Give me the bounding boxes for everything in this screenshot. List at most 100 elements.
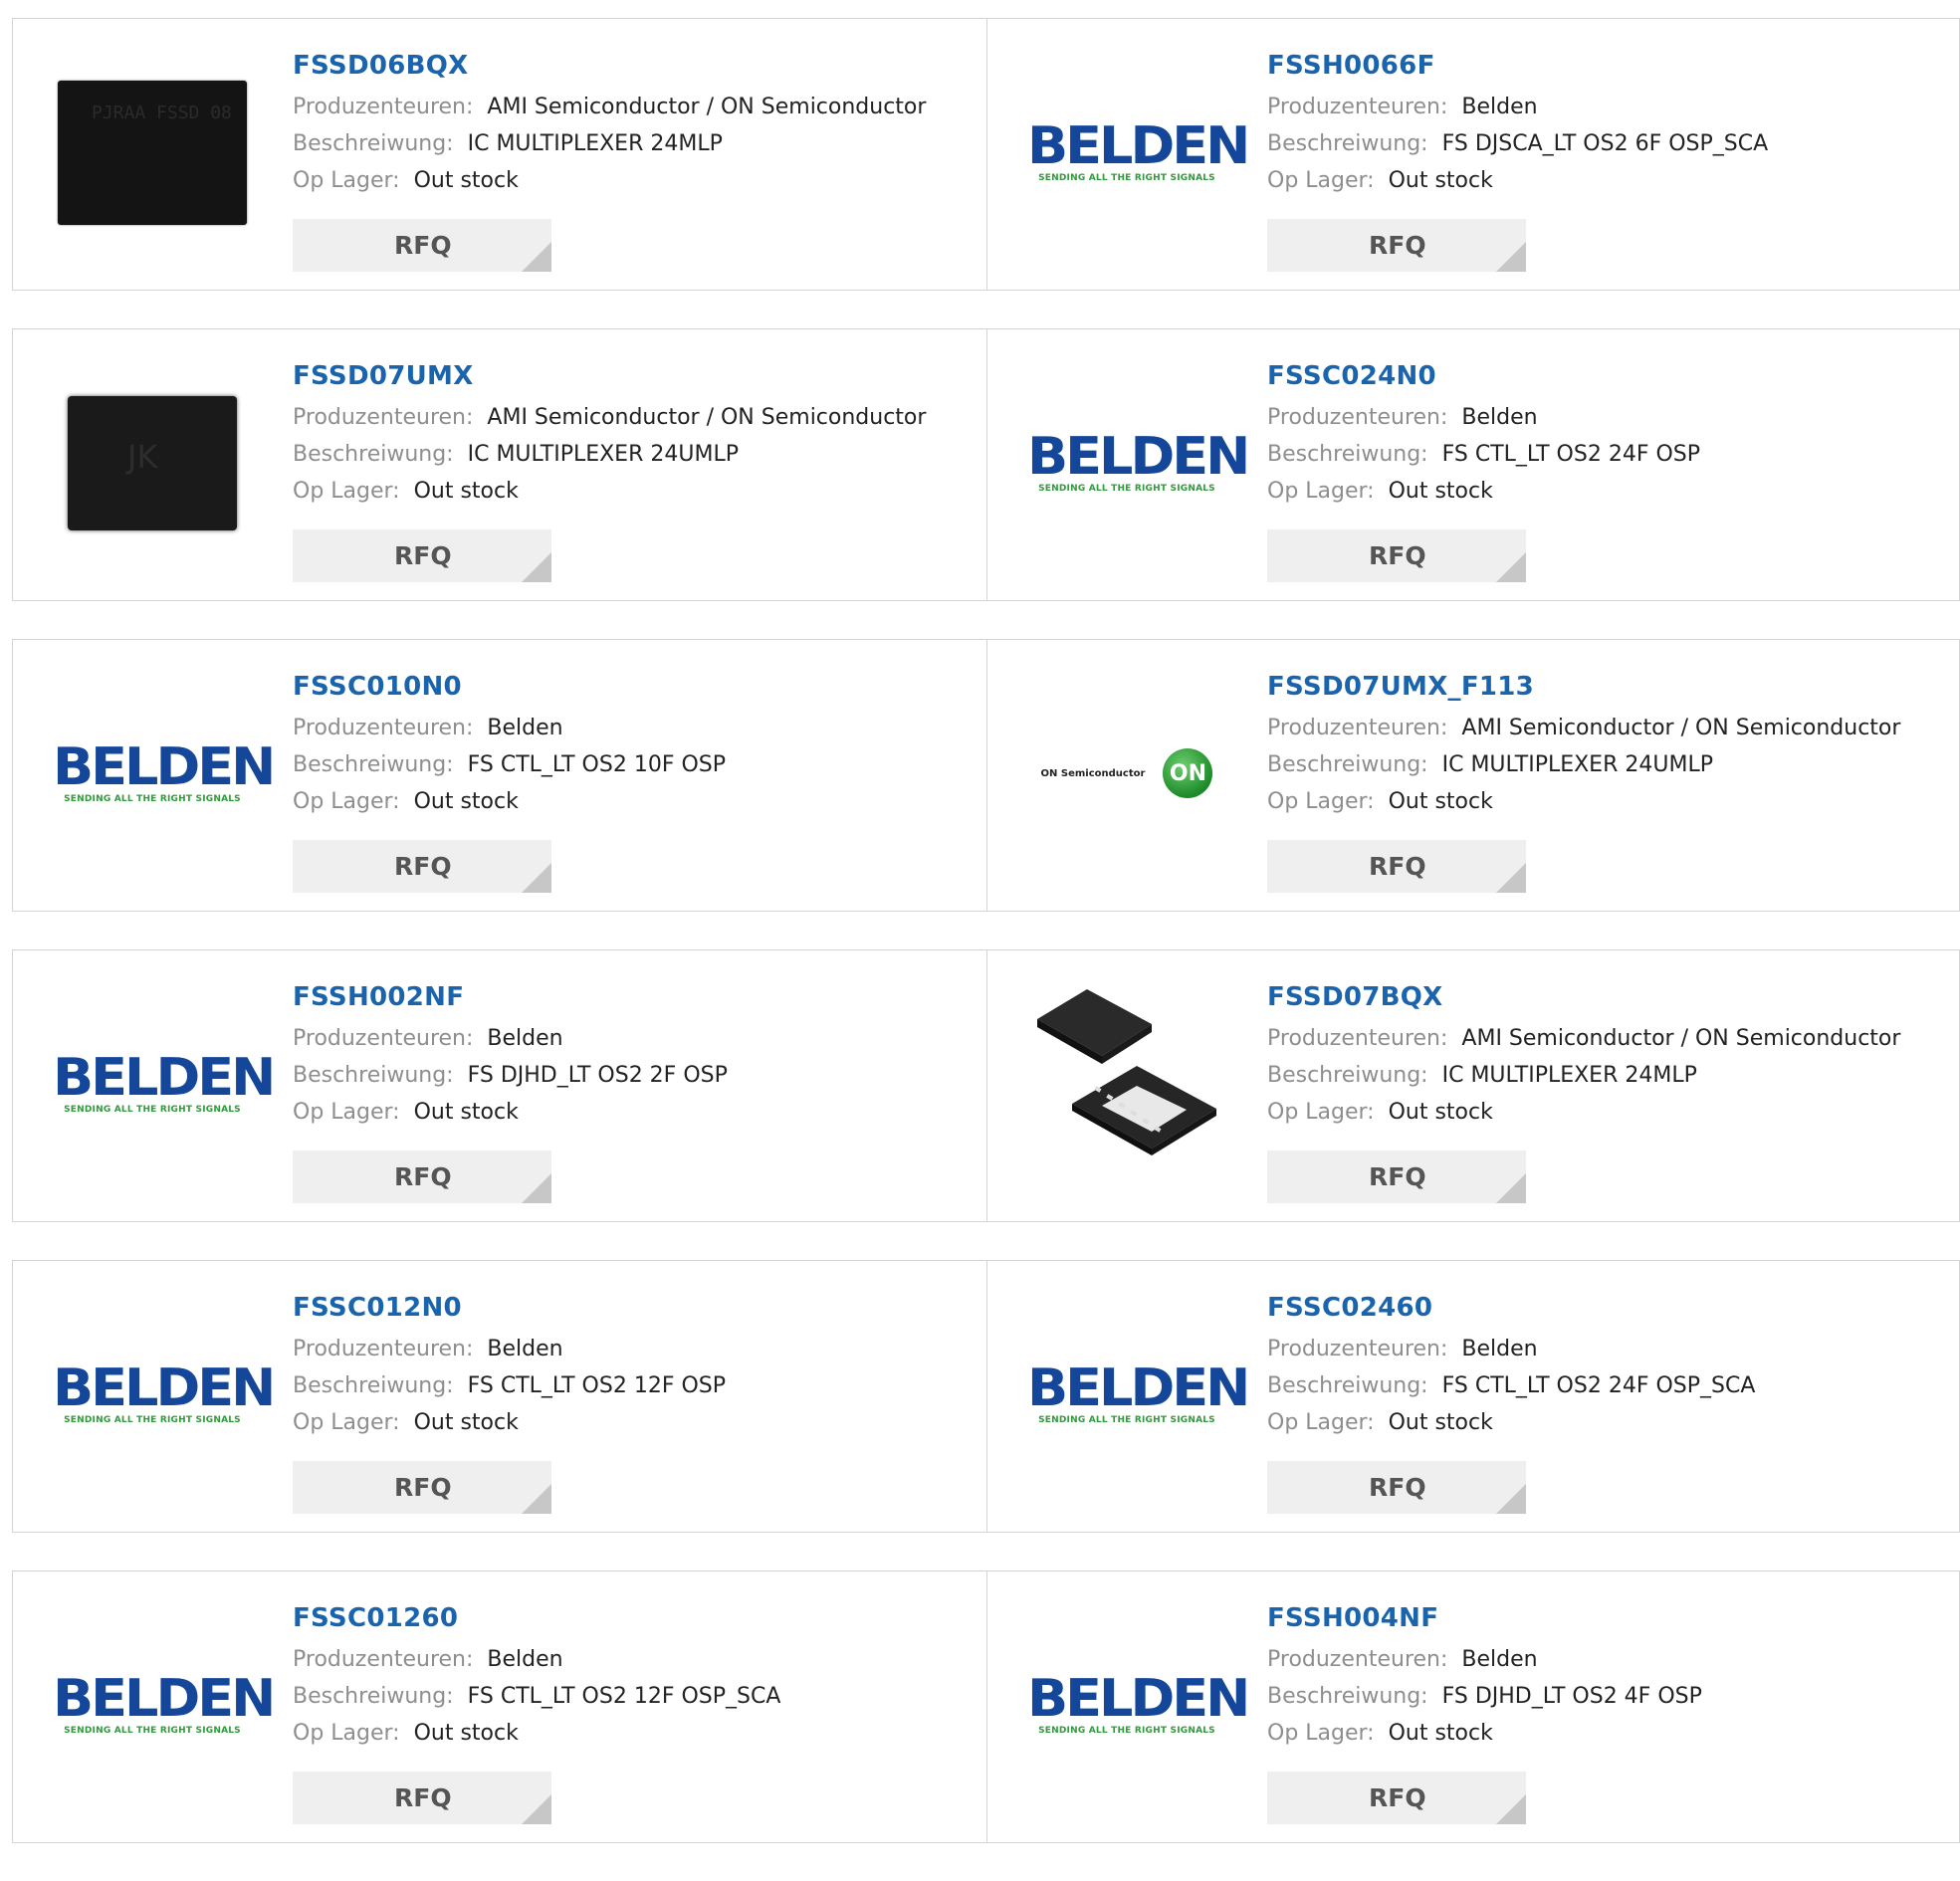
product-image[interactable]: BELDEN SENDING ALL THE RIGHT SIGNALS	[53, 1325, 276, 1464]
product-image[interactable]: BELDEN SENDING ALL THE RIGHT SIGNALS	[1027, 1325, 1250, 1464]
product-card: JK FSSD07UMX Produzenteuren: AMI Semicond…	[13, 329, 986, 600]
belden-logo-word: BELDEN	[53, 736, 276, 797]
part-number-link[interactable]: FSSC024N0	[1267, 359, 1700, 393]
stock-label: Op Lager:	[293, 168, 400, 193]
belden-logo: BELDEN SENDING ALL THE RIGHT SIGNALS	[53, 1673, 276, 1737]
part-number-link[interactable]: FSSC010N0	[293, 670, 726, 704]
product-image[interactable]: ON Semiconductor ON	[1027, 704, 1226, 843]
description-row: Beschreiwung: FS DJHD_LT OS2 4F OSP	[1267, 1678, 1702, 1715]
product-card: FSSD07BQX Produzenteuren: AMI Semiconduct…	[986, 950, 1959, 1221]
product-card: BELDEN SENDING ALL THE RIGHT SIGNALS FSS…	[13, 950, 986, 1221]
product-row: BELDEN SENDING ALL THE RIGHT SIGNALS FSS…	[12, 1260, 1960, 1533]
manufacturer-label: Produzenteuren:	[1267, 1337, 1448, 1361]
manufacturer-label: Produzenteuren:	[1267, 95, 1448, 119]
rfq-button[interactable]: RFQ	[293, 1150, 551, 1203]
part-number-link[interactable]: FSSC012N0	[293, 1291, 726, 1325]
product-card: BELDEN SENDING ALL THE RIGHT SIGNALS FSS…	[986, 19, 1959, 290]
part-number-link[interactable]: FSSD07UMX	[293, 359, 926, 393]
product-image[interactable]	[1027, 989, 1226, 1155]
belden-logo: BELDEN SENDING ALL THE RIGHT SIGNALS	[53, 1047, 276, 1116]
product-row: BELDEN SENDING ALL THE RIGHT SIGNALS FSS…	[12, 639, 1960, 912]
manufacturer-value: AMI Semiconductor / ON Semiconductor	[487, 95, 927, 119]
rfq-button[interactable]: RFQ	[1267, 219, 1526, 272]
manufacturer-value: Belden	[487, 716, 563, 740]
corner-triangle-icon	[522, 1794, 551, 1824]
stock-value: Out stock	[1388, 1100, 1493, 1125]
description-label: Beschreiwung:	[293, 752, 454, 777]
stock-value: Out stock	[1388, 1410, 1493, 1435]
rfq-button[interactable]: RFQ	[1267, 529, 1526, 582]
corner-triangle-icon	[1496, 552, 1526, 582]
chip-photo: PJRAA FSSD 08	[58, 80, 247, 225]
description-row: Beschreiwung: FS CTL_LT OS2 24F OSP_SCA	[1267, 1367, 1755, 1404]
rfq-button[interactable]: RFQ	[1267, 1772, 1526, 1824]
product-info: FSSC01260 Produzenteuren: Belden Beschrei…	[293, 1601, 780, 1752]
part-number-link[interactable]: FSSH002NF	[293, 980, 728, 1014]
product-card: ON Semiconductor ON FSSD07UMX_F113 Produ…	[986, 640, 1959, 911]
rfq-button[interactable]: RFQ	[293, 840, 551, 893]
belden-logo-word: BELDEN	[1027, 1358, 1250, 1418]
part-number-link[interactable]: FSSH004NF	[1267, 1601, 1702, 1635]
product-card: BELDEN SENDING ALL THE RIGHT SIGNALS FSS…	[13, 1261, 986, 1532]
corner-triangle-icon	[522, 863, 551, 893]
rfq-label: RFQ	[394, 1162, 452, 1191]
product-card: BELDEN SENDING ALL THE RIGHT SIGNALS FSS…	[986, 1261, 1959, 1532]
stock-row: Op Lager: Out stock	[1267, 1715, 1702, 1752]
stock-label: Op Lager:	[1267, 1100, 1375, 1125]
description-value: FS CTL_LT OS2 24F OSP_SCA	[1441, 1373, 1756, 1398]
corner-triangle-icon	[1496, 1794, 1526, 1824]
product-image[interactable]: BELDEN SENDING ALL THE RIGHT SIGNALS	[1027, 1635, 1250, 1775]
part-number-link[interactable]: FSSD06BQX	[293, 49, 926, 83]
description-label: Beschreiwung:	[293, 1373, 454, 1398]
manufacturer-row: Produzenteuren: AMI Semiconductor / ON Se…	[293, 89, 926, 125]
part-number-link[interactable]: FSSD07BQX	[1267, 980, 1900, 1014]
description-row: Beschreiwung: FS CTL_LT OS2 24F OSP	[1267, 436, 1700, 473]
stock-label: Op Lager:	[293, 789, 400, 814]
description-value: IC MULTIPLEXER 24UMLP	[1441, 752, 1713, 777]
product-image[interactable]: BELDEN SENDING ALL THE RIGHT SIGNALS	[53, 704, 276, 843]
product-image[interactable]: BELDEN SENDING ALL THE RIGHT SIGNALS	[53, 1014, 276, 1153]
rfq-button[interactable]: RFQ	[293, 529, 551, 582]
manufacturer-row: Produzenteuren: AMI Semiconductor / ON Se…	[1267, 710, 1900, 746]
description-value: FS DJSCA_LT OS2 6F OSP_SCA	[1441, 131, 1769, 156]
part-number-link[interactable]: FSSC02460	[1267, 1291, 1755, 1325]
product-info: FSSC010N0 Produzenteuren: Belden Beschrei…	[293, 670, 726, 820]
description-label: Beschreiwung:	[1267, 1063, 1428, 1088]
manufacturer-row: Produzenteuren: Belden	[1267, 89, 1768, 125]
description-label: Beschreiwung:	[293, 1063, 454, 1088]
belden-logo-word: BELDEN	[1027, 115, 1250, 176]
rfq-button[interactable]: RFQ	[293, 219, 551, 272]
rfq-button[interactable]: RFQ	[293, 1461, 551, 1514]
product-image[interactable]: BELDEN SENDING ALL THE RIGHT SIGNALS	[53, 1635, 276, 1775]
part-number-link[interactable]: FSSD07UMX_F113	[1267, 670, 1900, 704]
description-row: Beschreiwung: IC MULTIPLEXER 24MLP	[293, 125, 926, 162]
corner-triangle-icon	[522, 552, 551, 582]
manufacturer-value: AMI Semiconductor / ON Semiconductor	[487, 405, 927, 430]
product-info: FSSD07UMX Produzenteuren: AMI Semiconduct…	[293, 359, 926, 510]
product-image[interactable]: JK	[53, 393, 252, 532]
product-image[interactable]: PJRAA FSSD 08	[53, 80, 252, 225]
stock-value: Out stock	[1388, 1721, 1493, 1746]
product-grid: PJRAA FSSD 08 FSSD06BQX Produzenteuren: A…	[12, 18, 1960, 1881]
rfq-button[interactable]: RFQ	[1267, 1461, 1526, 1514]
rfq-label: RFQ	[1369, 541, 1426, 570]
description-row: Beschreiwung: FS CTL_LT OS2 12F OSP	[293, 1367, 726, 1404]
rfq-label: RFQ	[394, 231, 452, 260]
description-row: Beschreiwung: FS DJHD_LT OS2 2F OSP	[293, 1057, 728, 1094]
product-image[interactable]: BELDEN SENDING ALL THE RIGHT SIGNALS	[1027, 393, 1250, 532]
belden-logo-word: BELDEN	[53, 1047, 276, 1108]
rfq-label: RFQ	[394, 541, 452, 570]
stock-row: Op Lager: Out stock	[293, 162, 926, 199]
manufacturer-label: Produzenteuren:	[1267, 1026, 1448, 1051]
description-value: FS DJHD_LT OS2 4F OSP	[1441, 1684, 1702, 1709]
rfq-button[interactable]: RFQ	[1267, 840, 1526, 893]
part-number-link[interactable]: FSSC01260	[293, 1601, 780, 1635]
part-number-link[interactable]: FSSH0066F	[1267, 49, 1768, 83]
rfq-button[interactable]: RFQ	[1267, 1150, 1526, 1203]
product-image[interactable]: BELDEN SENDING ALL THE RIGHT SIGNALS	[1027, 83, 1250, 222]
stock-value: Out stock	[413, 168, 519, 193]
description-row: Beschreiwung: IC MULTIPLEXER 24MLP	[1267, 1057, 1900, 1094]
description-value: IC MULTIPLEXER 24MLP	[467, 131, 723, 156]
rfq-button[interactable]: RFQ	[293, 1772, 551, 1824]
manufacturer-row: Produzenteuren: Belden	[1267, 1331, 1755, 1367]
